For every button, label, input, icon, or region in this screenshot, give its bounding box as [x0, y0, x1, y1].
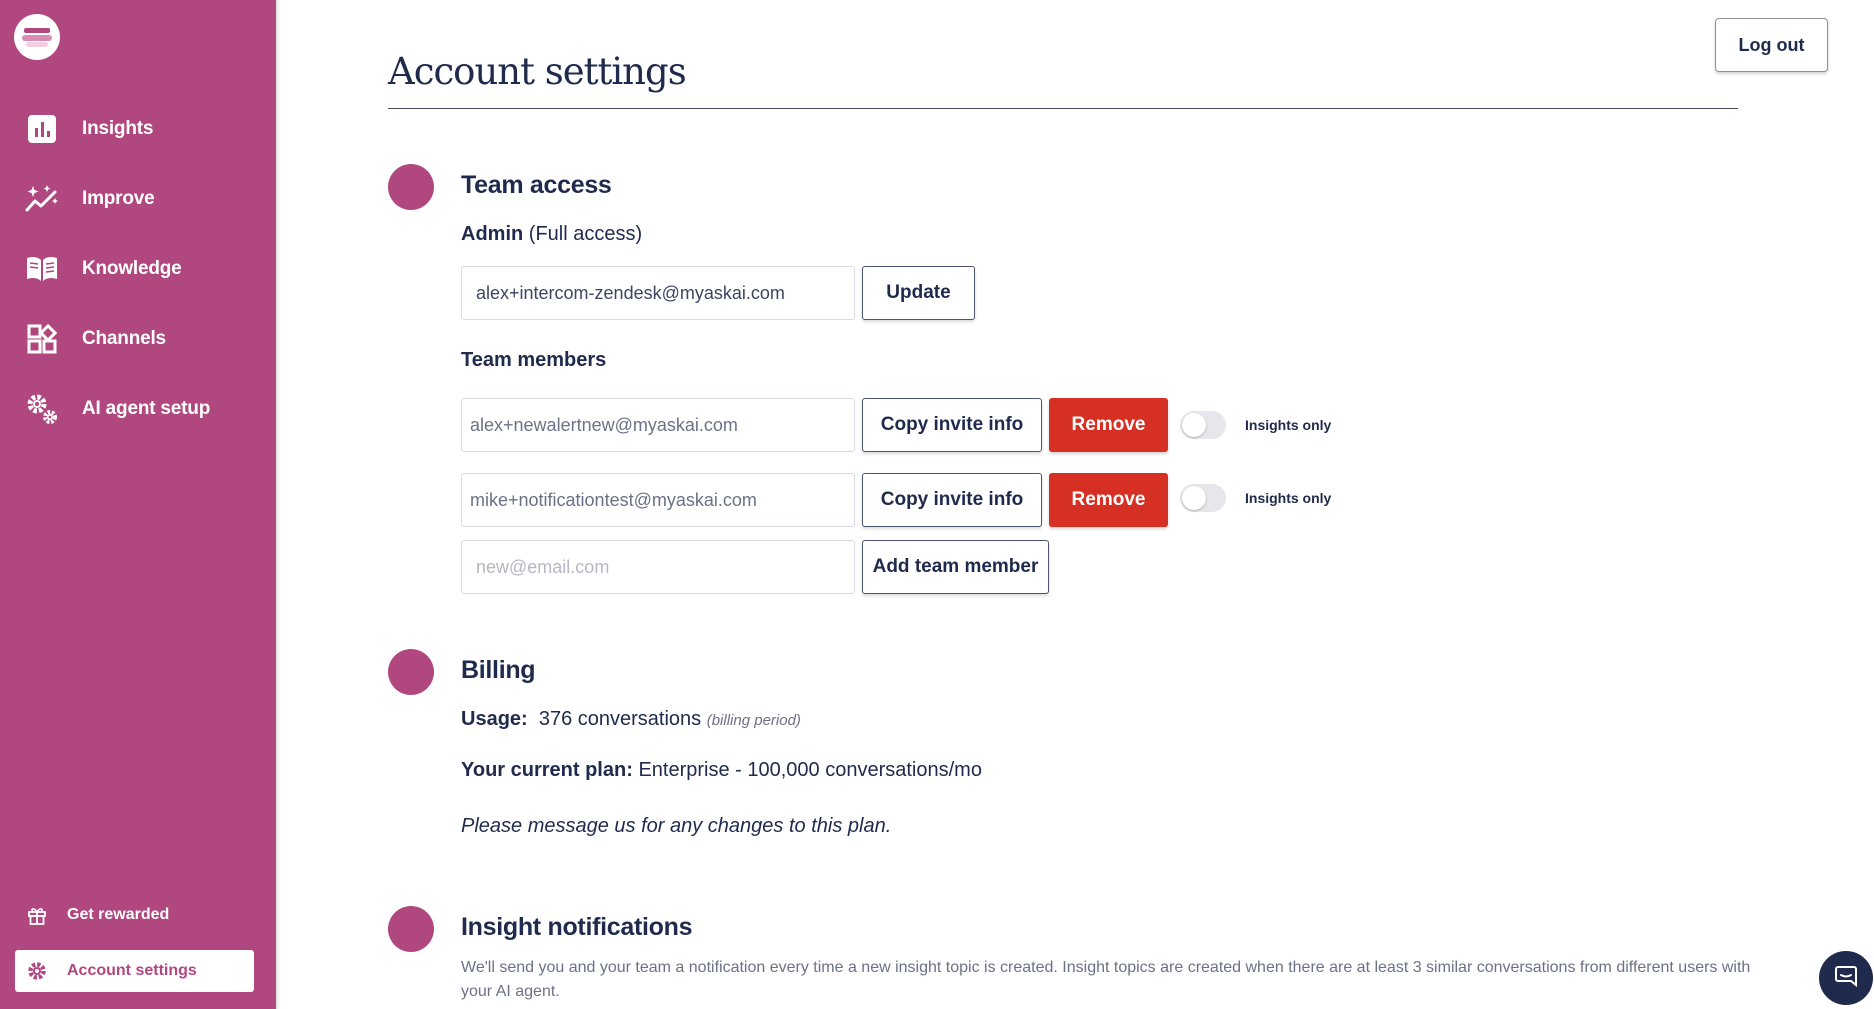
sidebar-item-ai-agent-setup[interactable]: AI agent setup: [24, 389, 210, 429]
member-email-field[interactable]: mike+notificationtest@myaskai.com: [461, 473, 855, 527]
section-title-billing: Billing: [461, 656, 536, 684]
page-title: Account settings: [388, 50, 687, 93]
sidebar-item-label: AI agent setup: [82, 398, 211, 419]
notifications-description: We'll send you and your team a notificat…: [461, 959, 1751, 1000]
admin-label: Admin (Full access): [461, 223, 642, 246]
member-email-field[interactable]: alex+newalertnew@myaskai.com: [461, 398, 855, 452]
admin-role: Admin: [461, 223, 524, 245]
admin-role-sub: (Full access): [528, 223, 643, 245]
sidebar-shadow: [276, 0, 280, 1009]
usage-note: (billing period): [706, 712, 801, 729]
insights-only-toggle[interactable]: [1180, 484, 1226, 512]
sidebar-item-improve[interactable]: Improve: [24, 179, 155, 219]
sidebar: Insights Improve Knowledge Channels AI a…: [0, 0, 276, 1009]
sidebar-item-insights[interactable]: Insights: [24, 109, 153, 149]
section-title-team-access: Team access: [461, 171, 612, 199]
insights-only-label: Insights only: [1245, 417, 1332, 433]
section-marker: [388, 906, 434, 952]
sidebar-item-channels[interactable]: Channels: [24, 319, 166, 359]
insights-only-label: Insights only: [1245, 490, 1332, 506]
logout-button[interactable]: Log out: [1715, 18, 1828, 72]
grid-plus-icon: [24, 321, 60, 357]
sidebar-item-label: Channels: [82, 328, 166, 349]
sidebar-item-knowledge[interactable]: Knowledge: [24, 249, 182, 289]
usage-label: Usage:: [461, 708, 528, 730]
section-marker: [388, 649, 434, 695]
chat-bubble-icon: [1834, 964, 1858, 993]
remove-member-button[interactable]: Remove: [1049, 473, 1168, 527]
sparkle-trend-icon: [24, 181, 60, 217]
title-divider: [388, 108, 1738, 109]
plan-line: Your current plan: Enterprise - 100,000 …: [461, 759, 982, 782]
section-marker: [388, 164, 434, 210]
sidebar-item-label: Insights: [82, 118, 154, 139]
book-icon: [24, 251, 60, 287]
remove-member-button[interactable]: Remove: [1049, 398, 1168, 452]
add-team-member-button[interactable]: Add team member: [862, 540, 1049, 594]
plan-label: Your current plan:: [461, 759, 633, 781]
sidebar-item-label: Account settings: [67, 962, 197, 979]
copy-invite-button[interactable]: Copy invite info: [862, 473, 1042, 527]
usage-line: Usage: 376 conversations (billing period…: [461, 708, 801, 731]
sidebar-item-label: Get rewarded: [67, 906, 170, 923]
team-members-label: Team members: [461, 349, 607, 371]
plan-change-message: Please message us for any changes to thi…: [461, 815, 892, 837]
chat-launcher-button[interactable]: [1819, 951, 1873, 1005]
plan-value: Enterprise - 100,000 conversations/mo: [638, 759, 982, 781]
askai-logo-icon[interactable]: [14, 14, 60, 60]
copy-invite-button[interactable]: Copy invite info: [862, 398, 1042, 452]
sidebar-item-label: Improve: [82, 188, 155, 209]
usage-value: 376 conversations: [538, 708, 702, 730]
section-title-insight-notifications: Insight notifications: [461, 913, 693, 941]
sidebar-item-get-rewarded[interactable]: Get rewarded: [15, 894, 254, 936]
sidebar-item-account-settings[interactable]: Account settings: [15, 950, 254, 992]
bar-chart-icon: [24, 111, 60, 147]
gears-icon: [24, 391, 60, 427]
insights-only-toggle[interactable]: [1180, 411, 1226, 439]
gear-icon: [25, 959, 49, 983]
new-member-email-input[interactable]: new@email.com: [461, 540, 855, 594]
admin-email-field[interactable]: alex+intercom-zendesk@myaskai.com: [461, 266, 855, 320]
sidebar-item-label: Knowledge: [82, 258, 182, 279]
gift-icon: [25, 903, 49, 927]
update-button[interactable]: Update: [862, 266, 975, 320]
